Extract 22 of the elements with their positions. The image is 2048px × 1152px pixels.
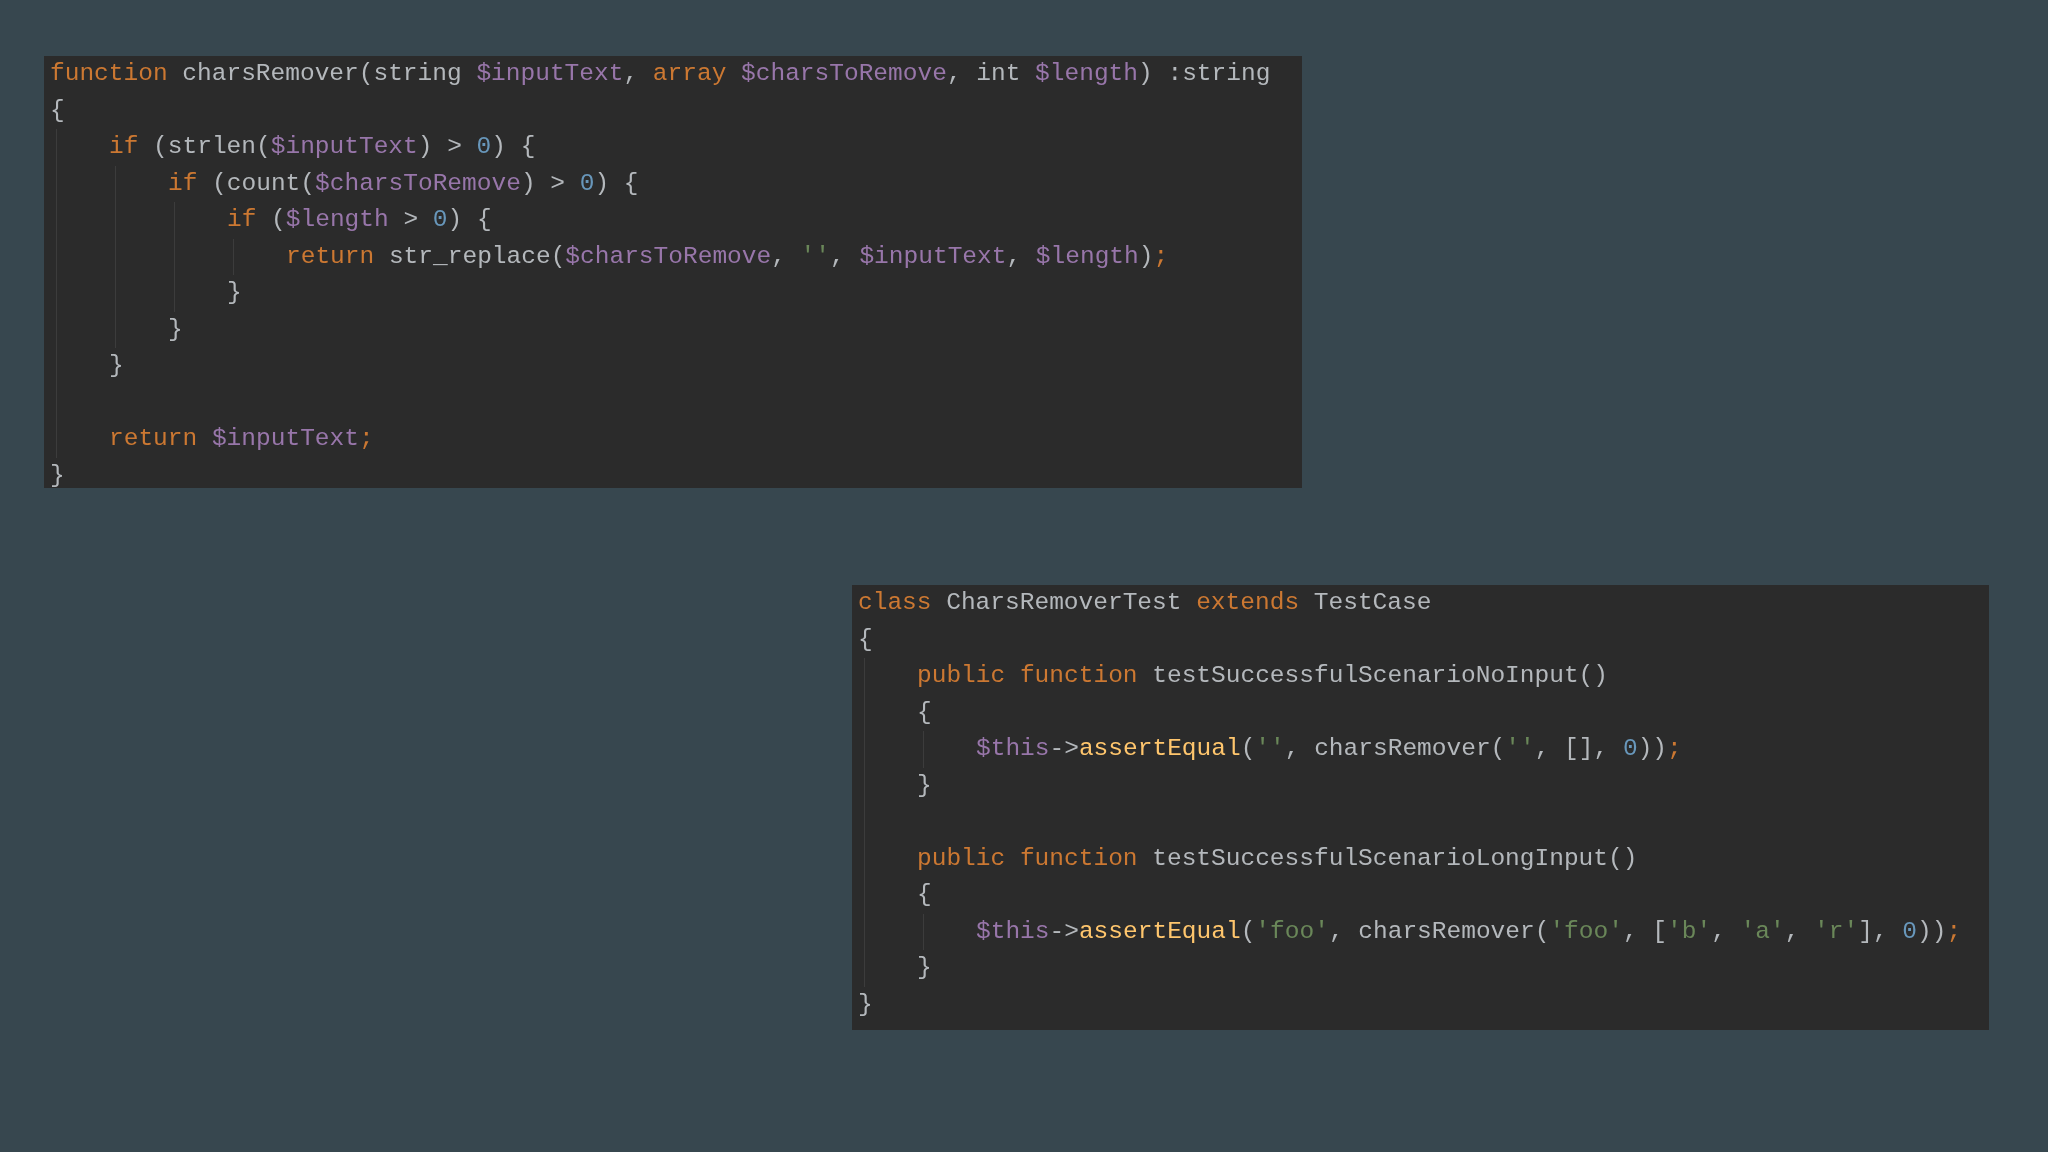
- code-line: $this->assertEqual('', charsRemover('', [], 0));: [976, 734, 1682, 764]
- code-line: }: [109, 351, 124, 381]
- code-line: }: [168, 314, 183, 345]
- code-line: }: [917, 770, 932, 801]
- code-line: if (count($charsToRemove) > 0) {: [168, 168, 639, 199]
- code-line: {: [917, 880, 932, 910]
- code-line: }: [227, 278, 242, 308]
- code-line: return str_replace($charsToRemove, '', $inputText, $length);: [286, 241, 1169, 272]
- code-line: }: [917, 953, 932, 983]
- code-line: if ($length > 0) {: [227, 205, 492, 235]
- code-line: }: [858, 989, 873, 1020]
- code-line: function charsRemover(string $inputText, array $charsToRemove, int $length) :string: [50, 59, 1271, 89]
- code-line: if (strlen($inputText) > 0) {: [109, 132, 536, 162]
- code-line: class CharsRemoverTest extends TestCase: [858, 588, 1432, 618]
- code-line: return $inputText;: [109, 424, 374, 454]
- code-line: $this->assertEqual('foo', charsRemover('foo', ['b', 'a', 'r'], 0));: [976, 916, 1962, 947]
- code-line: }: [50, 460, 65, 491]
- code-line: {: [858, 624, 873, 655]
- code-line: {: [917, 697, 932, 728]
- code-line: {: [50, 95, 65, 126]
- code-line: public function testSuccessfulScenarioLongInput(): [917, 843, 1638, 874]
- code-line: public function testSuccessfulScenarioNoInput(): [917, 661, 1609, 691]
